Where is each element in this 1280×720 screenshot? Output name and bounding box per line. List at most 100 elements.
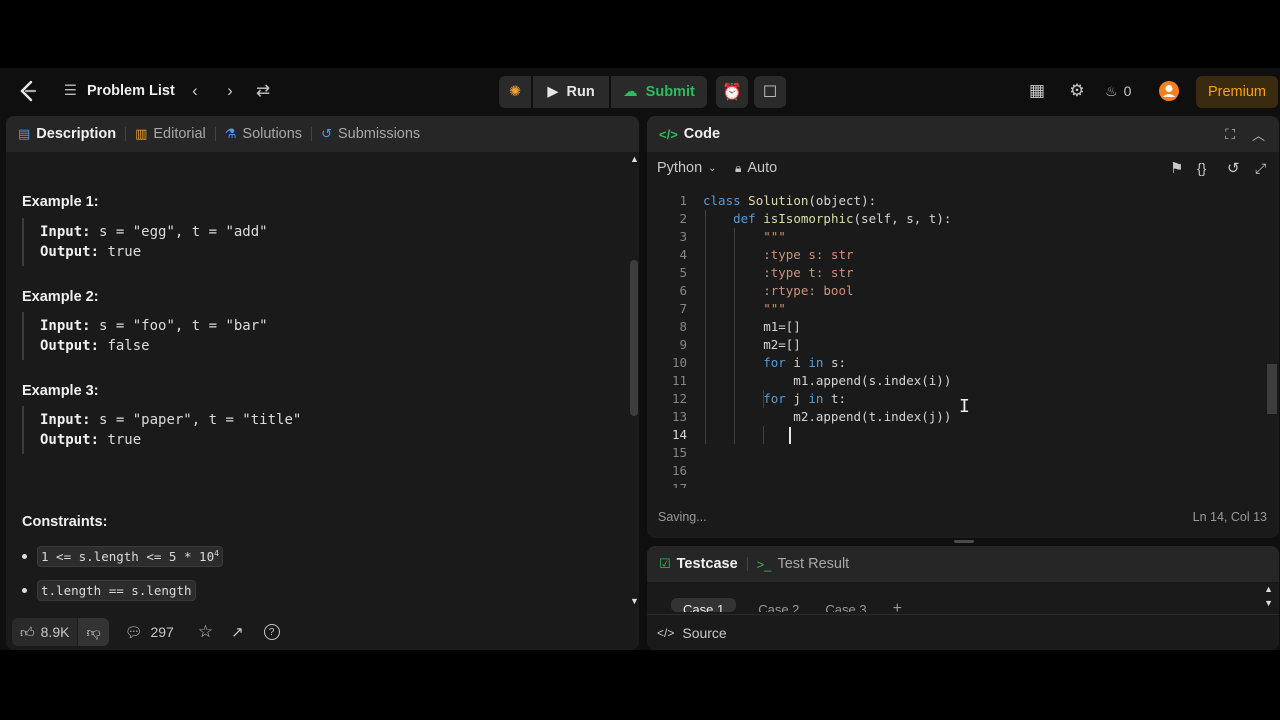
scroll-down-icon[interactable]: ▼ — [630, 596, 639, 606]
debug-icon[interactable]: ✺ — [499, 76, 531, 108]
timer-icon[interactable]: ⏰ — [716, 76, 748, 108]
code-line: 14 — [647, 426, 1265, 444]
i-beam-cursor-icon: I — [959, 396, 970, 417]
code-title: Code — [683, 126, 721, 142]
example-1-block: Input: s = "egg", t = "add" Output: true — [22, 218, 602, 266]
tab-code[interactable]: </> Code — [659, 126, 720, 142]
add-case-icon[interactable]: + — [889, 598, 906, 612]
line-number: 12 — [671, 391, 687, 406]
source-bar[interactable]: </> Source — [647, 614, 1279, 650]
code-text: :type t: str — [703, 265, 854, 280]
next-problem-icon[interactable]: › — [218, 79, 242, 103]
avatar[interactable] — [1157, 79, 1181, 103]
run-button[interactable]: ▶ Run — [533, 76, 609, 108]
output-label: Output: — [40, 338, 100, 354]
share-icon[interactable]: ↗ — [231, 623, 244, 641]
code-line: 11 m1.append(s.index(i)) — [647, 372, 1265, 390]
tab-description[interactable]: ▤ Description — [18, 126, 116, 142]
input-label: Input: — [40, 412, 91, 428]
case-tab-1[interactable]: Case 1 — [671, 598, 737, 612]
shuffle-icon[interactable]: ⇄ — [251, 79, 275, 103]
streak-counter[interactable]: ♨ 0 — [1105, 79, 1145, 103]
leetcode-logo-icon[interactable] — [16, 79, 40, 103]
input-value: s = "foo", t = "bar" — [99, 318, 268, 334]
cloud-upload-icon: ☁ — [623, 84, 638, 100]
bullet — [22, 554, 27, 560]
code-line: 13 m2.append(t.index(j)) — [647, 408, 1265, 426]
comments-button[interactable]: 💬︎ 297 — [125, 624, 174, 641]
testcase-header: ☑ Testcase >_ Test Result — [647, 546, 1279, 582]
example-2-block: Input: s = "foo", t = "bar" Output: fals… — [22, 312, 602, 360]
top-nav: ☰ Problem List ‹ › ⇄ ✺ ▶ Run ☁ Submit ⏰ … — [0, 68, 1280, 114]
code-editor[interactable]: 1 class Solution(object): 2 def isIsomorp… — [647, 192, 1265, 488]
submit-button[interactable]: ☁ Submit — [611, 76, 707, 108]
code-text: m2=[] — [703, 337, 801, 352]
dislike-button[interactable]: 👎︎ — [77, 618, 109, 646]
line-number: 8 — [679, 319, 687, 334]
leetcode-app: ☰ Problem List ‹ › ⇄ ✺ ▶ Run ☁ Submit ⏰ … — [0, 68, 1280, 650]
collapse-icon[interactable]: ︿ — [1252, 125, 1265, 144]
prev-problem-icon[interactable]: ‹ — [183, 79, 207, 103]
code-text: m1.append(s.index(i)) — [703, 373, 952, 388]
line-number: 16 — [671, 463, 687, 478]
scroll-up-icon[interactable]: ▲ — [630, 154, 639, 164]
case-tabs: Case 1 Case 2 Case 3 + — [671, 598, 906, 612]
case-tab-2[interactable]: Case 2 — [754, 598, 803, 612]
auto-mode[interactable]: 🔒︎ Auto — [735, 160, 777, 176]
thumbs-down-icon: 👎︎ — [86, 623, 101, 640]
problem-list-button[interactable]: ☰ Problem List — [64, 79, 175, 103]
notes-icon[interactable]: ☐ — [754, 76, 786, 108]
format-braces-icon[interactable]: {} — [1197, 160, 1206, 176]
submit-label: Submit — [645, 84, 695, 100]
tab-label: Test Result — [777, 556, 850, 572]
flask-icon: ⚗ — [224, 126, 237, 141]
line-number: 7 — [679, 301, 687, 316]
divider — [311, 127, 313, 141]
line-number: 13 — [671, 409, 687, 424]
premium-button[interactable]: Premium — [1196, 76, 1278, 108]
help-icon[interactable]: ? — [263, 624, 280, 640]
tab-solutions[interactable]: ⚗ Solutions — [225, 126, 302, 142]
star-icon[interactable]: ☆ — [198, 622, 213, 642]
example-2-title: Example 2: — [22, 289, 99, 305]
expand-icon[interactable]: ⤢ — [1255, 160, 1266, 177]
example-3-title: Example 3: — [22, 383, 99, 399]
reset-icon[interactable]: ↺ — [1227, 159, 1240, 177]
scroll-thumb[interactable] — [630, 260, 638, 416]
checkbox-icon: ☑ — [659, 556, 671, 571]
bullet — [22, 588, 27, 593]
description-footer: 👍︎ 8.9K 👎︎ 💬︎ 297 ☆ ↗ ? — [6, 614, 639, 650]
fullscreen-icon[interactable]: ⛶ — [1225, 126, 1235, 143]
layout-icon[interactable]: ▦ — [1025, 79, 1049, 103]
line-number: 11 — [671, 373, 687, 388]
play-icon: ▶ — [547, 84, 559, 100]
cursor-position: Ln 14, Col 13 — [1192, 510, 1267, 524]
scroll-up-icon[interactable]: ▲ — [1264, 584, 1273, 594]
description-scrollbar[interactable]: ▲ ▼ — [628, 152, 639, 606]
code-icon: </> — [659, 126, 678, 142]
line-number: 14 — [671, 427, 687, 442]
scroll-thumb[interactable] — [1267, 364, 1277, 414]
scroll-down-icon[interactable]: ▼ — [1264, 598, 1273, 608]
code-line: 2 def isIsomorphic(self, s, t): — [647, 210, 1265, 228]
code-text: for i in s: — [763, 355, 847, 370]
chevron-down-icon: ⌄ — [708, 162, 717, 174]
tab-test-result[interactable]: >_ Test Result — [757, 556, 850, 572]
thumbs-up-icon: 👍︎ — [20, 623, 35, 640]
bookmark-icon[interactable]: ⚑ — [1170, 159, 1183, 177]
like-button[interactable]: 👍︎ 8.9K — [12, 618, 77, 646]
gear-icon[interactable]: ⚙ — [1065, 79, 1089, 103]
case-tab-3[interactable]: Case 3 — [821, 598, 870, 612]
constraint-text: 1 <= s.length <= 5 * 10 — [41, 549, 215, 565]
code-text: :type s: str — [703, 247, 854, 262]
description-icon: ▤ — [18, 126, 31, 141]
tab-testcase[interactable]: ☑ Testcase — [659, 556, 738, 572]
tab-label: Editorial — [153, 126, 206, 142]
language-select[interactable]: Python ⌄ — [657, 160, 717, 176]
tab-editorial[interactable]: ▥ Editorial — [135, 126, 206, 142]
constraint-item: 1 <= s.length <= 5 * 104 — [22, 546, 223, 568]
editor-scrollbar[interactable] — [1265, 192, 1277, 416]
constraint-code: t.length == s.length — [37, 580, 196, 601]
resize-handle[interactable] — [954, 540, 974, 543]
tab-submissions[interactable]: ↺ Submissions — [321, 126, 420, 142]
